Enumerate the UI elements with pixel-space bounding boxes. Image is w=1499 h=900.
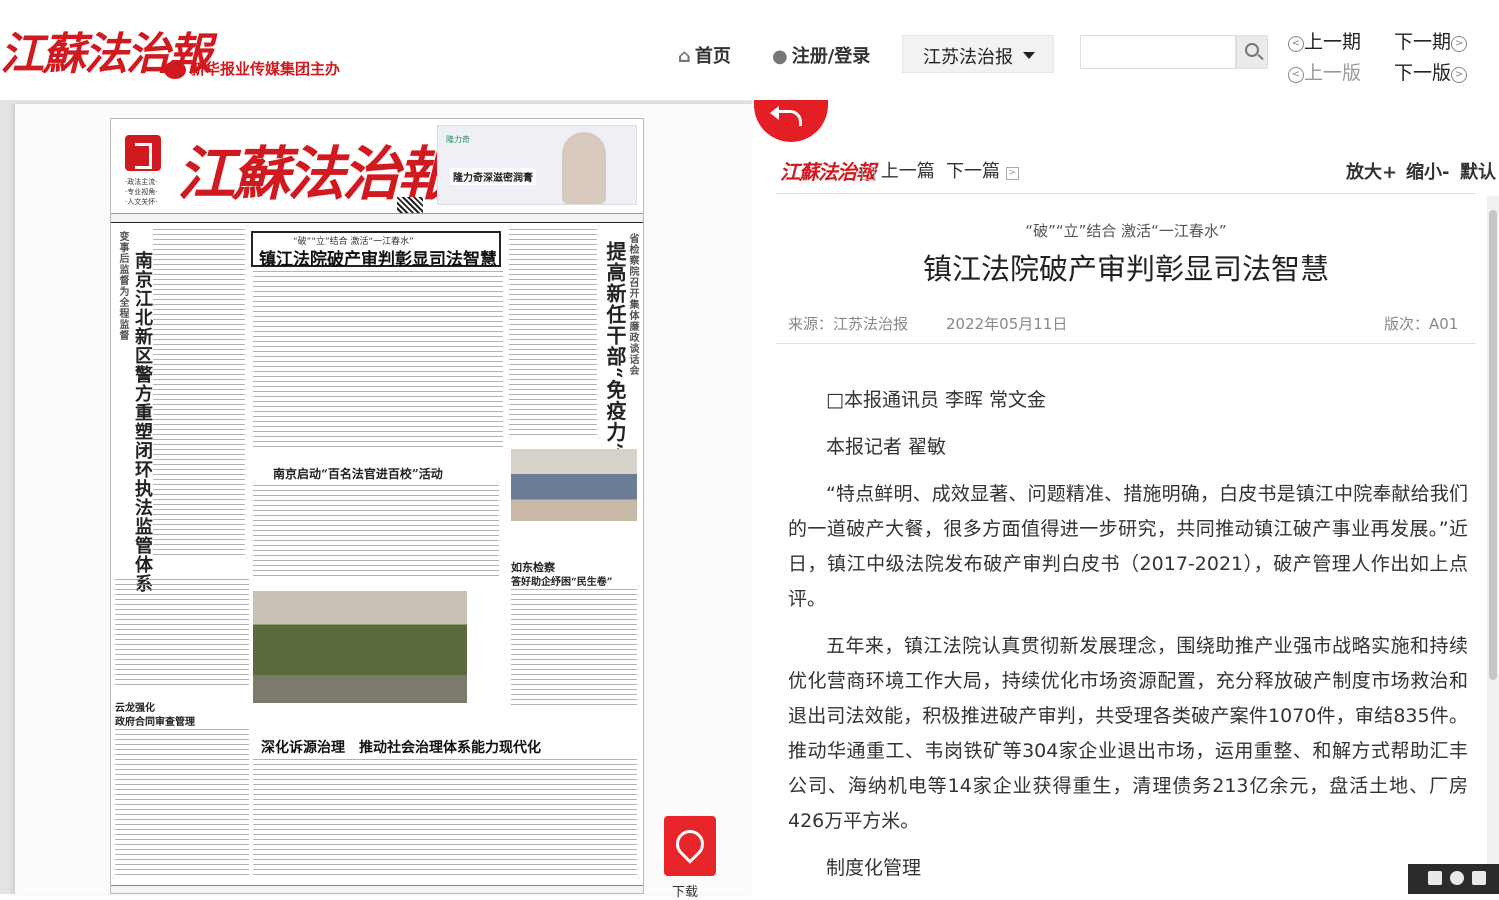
publisher-brand: 新华	[190, 60, 221, 78]
article-date: 2022年05月11日	[946, 315, 1068, 333]
search-input[interactable]	[1080, 35, 1236, 69]
prev-article-label: 上一篇	[880, 161, 935, 182]
newspaper-ad[interactable]: 隆力奇 隆力奇深滋密润膏	[437, 125, 637, 205]
story2-headline[interactable]: 南京启动“百名法官进百校”活动	[273, 465, 443, 482]
story2-body	[253, 485, 499, 579]
publisher-logo-icon	[164, 60, 186, 79]
story-right-body	[509, 229, 597, 439]
ad-brand: 隆力奇	[446, 135, 470, 144]
next-page-link[interactable]: 下一版 >	[1394, 58, 1468, 85]
paper-select-value: 江苏法治报	[923, 47, 1013, 68]
article-logo: 江蘇法治報	[780, 160, 876, 184]
story-right-headline[interactable]: 提高新任干部“免疫力”	[601, 241, 630, 455]
chevron-down-icon	[1023, 52, 1035, 59]
story3-subhead[interactable]: 答好助企纾困“民生卷”	[511, 573, 613, 588]
undo-arrow-icon	[770, 106, 802, 126]
lead-headline-box[interactable]: “破”“立”结合 激活“一江春水” 镇江法院破产审判彰显司法智慧	[251, 231, 501, 270]
story-left-body	[153, 229, 245, 559]
volume-icon[interactable]	[1472, 871, 1486, 885]
user-icon: ●	[772, 46, 788, 67]
story4-subhead[interactable]: 政府合同审查管理	[115, 713, 195, 728]
story-left-body-2	[115, 579, 249, 689]
checkbox-icon[interactable]	[1428, 871, 1442, 885]
next-article-link[interactable]: 下一篇 >	[946, 157, 1019, 183]
newspaper-tags: ·政法主流· ·专业视角· ·人文关怀·	[125, 178, 158, 206]
article-divider	[776, 193, 1476, 194]
search-button[interactable]	[1236, 35, 1268, 69]
chevron-right-icon: >	[1451, 67, 1468, 83]
prev-issue-label: 上一期	[1304, 31, 1362, 53]
pdf-icon	[670, 824, 710, 864]
system-tray	[1408, 864, 1499, 894]
prev-article-link[interactable]: < 上一篇	[862, 157, 935, 183]
story4-body	[115, 729, 249, 879]
article-title: 镇江法院破产审判彰显司法智慧	[922, 252, 1329, 286]
newspaper-footer	[111, 885, 643, 893]
next-issue-label: 下一期	[1394, 31, 1452, 53]
chevron-left-icon: <	[862, 167, 875, 180]
article-section-heading: 制度化管理	[826, 857, 922, 879]
publisher-text: 报业传媒集团主办	[220, 60, 341, 78]
lead-headline: 镇江法院破产审判彰显司法智慧	[259, 250, 497, 270]
publisher-line: 新华报业传媒集团主办	[164, 58, 340, 79]
newspaper-masthead: 江蘇法治報 ·政法主流· ·专业视角· ·人文关怀· 隆力奇 隆力奇深滋密润膏	[111, 119, 643, 223]
bottom-headline[interactable]: 深化诉源治理 推动社会治理体系能力现代化	[261, 737, 541, 757]
next-issue-link[interactable]: 下一期 >	[1394, 27, 1468, 54]
zoom-out-button[interactable]: 缩小-	[1406, 158, 1449, 184]
next-article-label: 下一篇	[946, 161, 1000, 182]
scrollbar-thumb[interactable]	[1489, 210, 1497, 680]
chevron-left-icon: <	[1288, 36, 1304, 52]
article-kicker: “破”“立”结合 激活“一江春水”	[1025, 222, 1227, 240]
article-reporter: 本报记者 翟敏	[826, 436, 947, 458]
ad-slogan: 隆力奇深滋密润膏	[450, 168, 536, 185]
article-page: 版次：A01	[1384, 315, 1459, 333]
issue-info-line	[111, 213, 643, 222]
story4-headline[interactable]: 云龙强化	[115, 699, 155, 714]
nav-login-label: 注册/登录	[791, 46, 871, 67]
prev-page-label: 上一版	[1304, 62, 1362, 84]
story-left-subhead[interactable]: 变事后监督为全程监督	[115, 231, 130, 341]
article-body: □本报通讯员 李晖 常文金 本报记者 翟敏 “特点鲜明、成效显著、问题精准、措施…	[788, 383, 1468, 898]
zoom-default-button[interactable]: 默认	[1460, 158, 1496, 184]
news-photo-office[interactable]	[511, 449, 637, 521]
zoom-in-button[interactable]: 放大+	[1346, 158, 1397, 184]
newspaper-page-image[interactable]: 江蘇法治報 ·政法主流· ·专业视角· ·人文关怀· 隆力奇 隆力奇深滋密润膏 …	[110, 118, 644, 894]
chevron-right-icon: >	[1451, 36, 1468, 52]
nav-home-label: 首页	[694, 46, 731, 67]
story3-body	[511, 589, 637, 709]
top-header: 江蘇法治報 新华报业传媒集团主办 ⌂ 首页 ● 注册/登录 江苏法治报 < 上一期 下…	[0, 0, 1499, 100]
article-paragraph: 五年来，镇江法院认真贯彻新发展理念，围绕助推产业强市战略实施和持续优化营商环境工…	[788, 635, 1468, 832]
next-page-label: 下一版	[1394, 62, 1452, 84]
article-paragraph: “特点鲜明、成效显著、问题精准、措施明确，白皮书是镇江中院奉献给我们的一道破产大…	[788, 483, 1468, 610]
newspaper-logo-icon	[125, 135, 161, 171]
home-icon: ⌂	[678, 46, 691, 67]
article-byline: □本报通讯员 李晖 常文金	[826, 389, 1047, 411]
nav-login[interactable]: ● 注册/登录	[772, 42, 870, 68]
lead-body	[253, 271, 503, 451]
ad-portrait	[562, 132, 606, 204]
story-left-headline[interactable]: 南京江北新区警方重塑闭环执法监管体系	[129, 251, 155, 593]
pdf-download-label[interactable]: 下载	[672, 881, 698, 900]
article-meta-divider	[776, 343, 1476, 344]
network-icon[interactable]	[1450, 871, 1464, 885]
bottom-body	[253, 759, 637, 879]
pdf-download-button[interactable]	[664, 816, 716, 876]
news-photo-soldiers[interactable]	[253, 591, 467, 703]
article-source: 来源：江苏法治报	[788, 315, 909, 333]
nav-home[interactable]: ⌂ 首页	[678, 42, 731, 68]
chevron-left-icon: <	[1288, 67, 1304, 83]
article-scrollbar[interactable]	[1487, 196, 1499, 894]
prev-page-link[interactable]: < 上一版	[1288, 58, 1361, 85]
chevron-right-icon: >	[1005, 167, 1019, 180]
paper-select[interactable]: 江苏法治报	[902, 35, 1054, 73]
prev-issue-link[interactable]: < 上一期	[1288, 27, 1361, 54]
